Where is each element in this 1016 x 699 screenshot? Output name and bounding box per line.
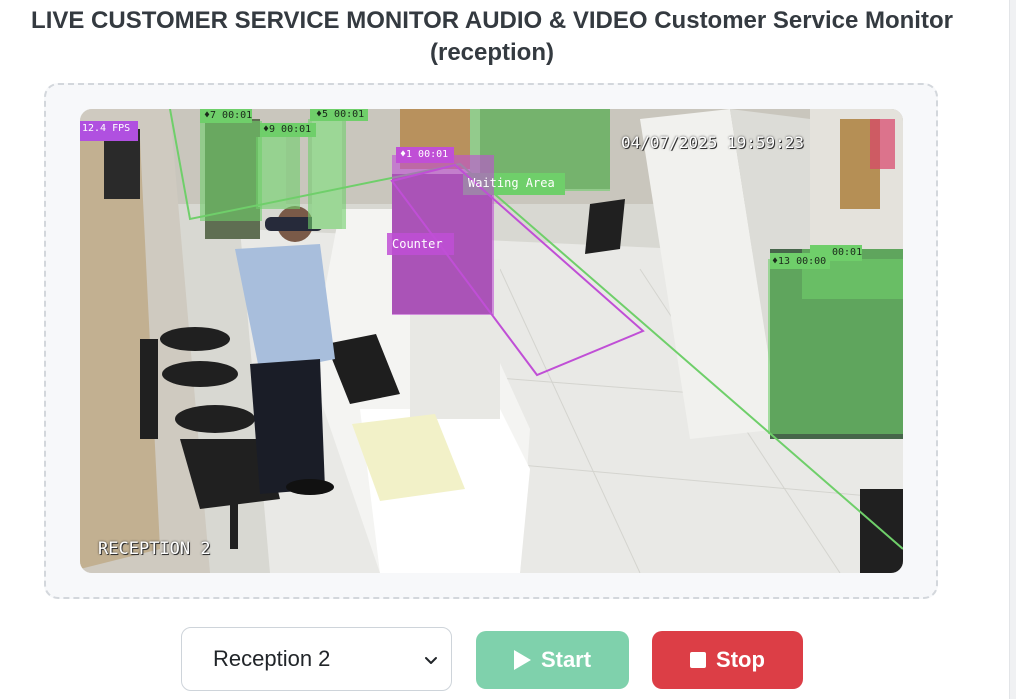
page-scrollbar[interactable] xyxy=(1009,0,1016,699)
track-label: ♦13 00:00 xyxy=(772,256,827,267)
camera-select-value: Reception 2 xyxy=(213,646,331,671)
zone-label-counter: Counter xyxy=(392,237,443,251)
fps-badge: 12.4 FPS xyxy=(82,123,131,134)
video-stream: 12.4 FPS 04/07/2025 19:59:23 RECEPTION 2… xyxy=(80,109,903,573)
track-label: ♦1 00:01 xyxy=(400,149,449,160)
track-label: ♦7 00:01 xyxy=(204,110,253,121)
camera-name-overlay: RECEPTION 2 xyxy=(98,539,211,559)
start-button-label: Start xyxy=(540,647,592,672)
track-label: ♦9 00:01 xyxy=(263,124,312,135)
stop-icon xyxy=(690,652,707,668)
video-timestamp: 04/07/2025 19:59:23 xyxy=(621,133,805,152)
page-title: LIVE CUSTOMER SERVICE MONITOR AUDIO & VI… xyxy=(31,7,953,66)
chevron-down-icon xyxy=(425,657,437,664)
track-label: ♦5 00:01 xyxy=(316,109,365,120)
zone-label-waiting-area: Waiting Area xyxy=(468,176,555,190)
stop-button-label: Stop xyxy=(716,647,765,672)
camera-select[interactable]: Reception 2 xyxy=(181,627,452,691)
play-icon xyxy=(513,650,531,670)
track-label: 00:01 xyxy=(832,247,863,258)
stop-button[interactable]: Stop xyxy=(652,631,803,689)
start-button[interactable]: Start xyxy=(476,631,629,689)
controls-bar: Reception 2 Start Stop xyxy=(0,627,984,691)
